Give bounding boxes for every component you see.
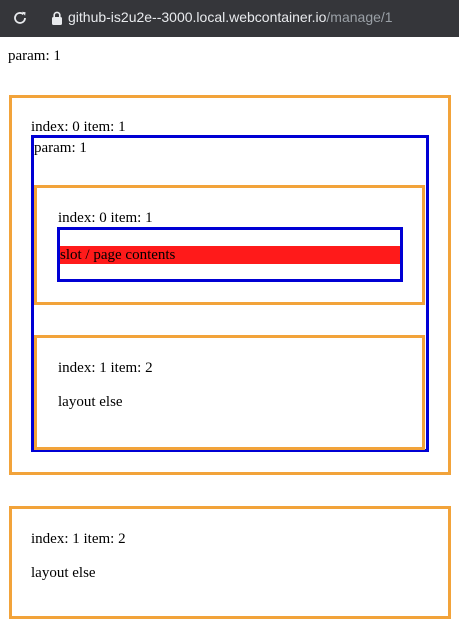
outer-layout-1-else-text: layout else [31, 565, 96, 581]
url-host: github-is2u2e--3000.local.webcontainer.i… [68, 9, 327, 25]
lock-icon [52, 11, 62, 25]
inner-param-text: param: 1 [34, 140, 87, 156]
outer-layout-1 [9, 506, 451, 619]
outer-layout-0-index-item: index: 0 item: 1 [31, 119, 126, 135]
nested-layout-1-else-text: layout else [58, 394, 123, 410]
url-field[interactable]: github-is2u2e--3000.local.webcontainer.i… [68, 9, 393, 25]
outer-layout-1-index-item: index: 1 item: 2 [31, 531, 126, 547]
nested-layout-0-index-item: index: 0 item: 1 [58, 210, 153, 226]
slot-text: slot / page contents [60, 247, 176, 263]
top-param-text: param: 1 [8, 48, 61, 64]
url-path: /manage/1 [326, 9, 393, 25]
browser-address-bar: github-is2u2e--3000.local.webcontainer.i… [0, 0, 459, 37]
reload-icon[interactable] [12, 10, 28, 26]
nested-layout-1-index-item: index: 1 item: 2 [58, 360, 153, 376]
